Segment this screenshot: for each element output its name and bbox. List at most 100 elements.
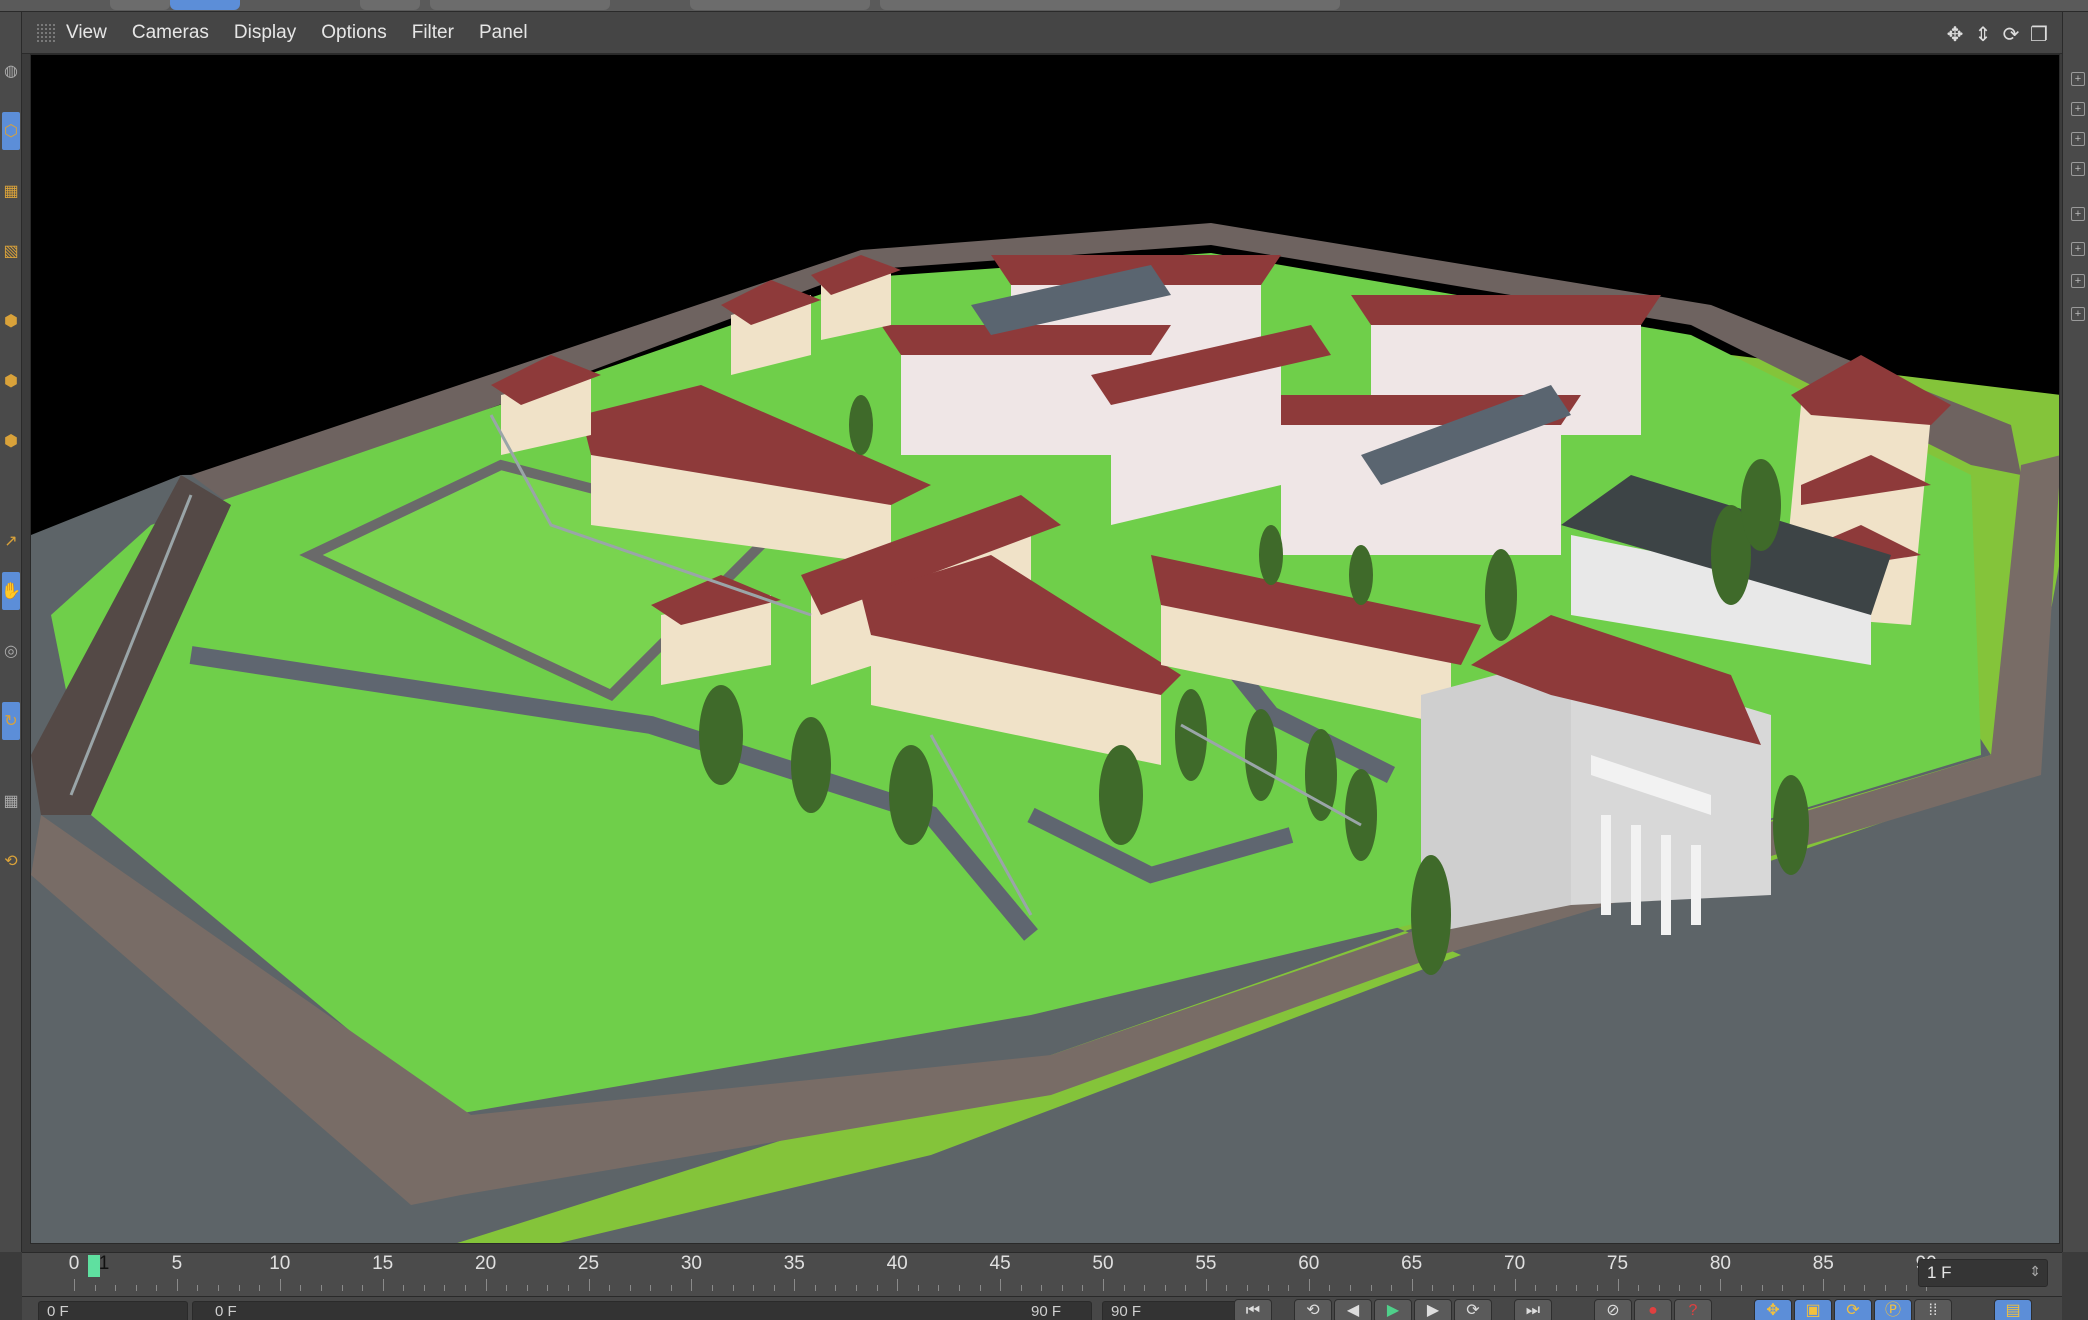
menu-view[interactable]: View — [66, 22, 107, 44]
timeline-tick — [1370, 1285, 1372, 1291]
tweak-icon[interactable]: ✋ — [1, 572, 21, 610]
timeline-tick — [876, 1285, 878, 1291]
timeline-tick — [1658, 1285, 1660, 1291]
snap-icon[interactable]: ◎ — [2, 632, 20, 670]
timeline-tick — [1452, 1285, 1454, 1291]
toolbar-button[interactable] — [170, 0, 240, 10]
key-points-icon[interactable]: ⁞⁞ — [1914, 1299, 1952, 1320]
timeline-window-icon[interactable]: ▤ — [1994, 1299, 2032, 1320]
expand-icon[interactable]: + — [2071, 72, 2085, 86]
toolbar-button[interactable] — [690, 0, 870, 10]
timeline-ruler[interactable]: 1 051015202530354045505560657075808590 1… — [22, 1252, 2062, 1296]
timeline-tick-label: 10 — [269, 1253, 291, 1274]
current-frame-field[interactable]: 1 F — [1918, 1259, 2048, 1287]
expand-icon[interactable]: + — [2071, 242, 2085, 256]
prev-key-icon[interactable]: ⟲ — [1294, 1299, 1332, 1320]
timeline-tick — [1638, 1285, 1640, 1291]
move-view-icon[interactable]: ✥ — [1944, 22, 1966, 47]
timeline-tick — [1103, 1279, 1104, 1291]
toggle-views-icon[interactable]: ❐ — [2028, 22, 2050, 47]
timeline-tick — [1391, 1285, 1393, 1291]
rotate-view-icon[interactable]: ⟳ — [2000, 22, 2022, 47]
3d-viewport[interactable] — [30, 54, 2060, 1244]
goto-start-icon[interactable]: ⏮ — [1234, 1299, 1272, 1320]
timeline-tick — [1432, 1285, 1434, 1291]
expand-icon[interactable]: + — [2071, 102, 2085, 116]
end-frame-field[interactable]: 90 F — [1102, 1301, 1252, 1320]
timeline-tick — [670, 1285, 672, 1291]
symmetry-icon[interactable]: ↻ — [2, 702, 20, 740]
edges-mode-icon[interactable]: ⬢ — [2, 362, 20, 400]
key-rotate-icon[interactable]: ⟳ — [1834, 1299, 1872, 1320]
timeline-tick — [444, 1285, 446, 1291]
range-slider[interactable]: 0 F 90 F — [192, 1301, 1092, 1320]
timeline-tick — [856, 1285, 858, 1291]
globe-icon[interactable]: ◍ — [2, 52, 20, 90]
frame-ruler[interactable]: 1 051015202530354045505560657075808590 — [42, 1253, 1942, 1297]
toolbar-button[interactable] — [110, 0, 170, 10]
axis-icon[interactable]: ↗ — [2, 522, 20, 560]
timeline-tick — [650, 1285, 652, 1291]
expand-icon[interactable]: + — [2071, 162, 2085, 176]
model-mode-icon[interactable]: ⬡ — [2, 112, 20, 150]
next-frame-icon[interactable]: ▶ — [1414, 1299, 1452, 1320]
expand-icon[interactable]: + — [2071, 207, 2085, 221]
timeline-tick — [1247, 1285, 1249, 1291]
timeline-tick — [74, 1279, 75, 1291]
timeline-tick — [1596, 1285, 1598, 1291]
timeline-tick — [1864, 1285, 1866, 1291]
viewport-menubar: View Cameras Display Options Filter Pane… — [22, 12, 2062, 54]
autokey-icon[interactable]: ? — [1674, 1299, 1712, 1320]
timeline-tick — [773, 1285, 775, 1291]
toolbar-button[interactable] — [360, 0, 420, 10]
timeline-tick — [567, 1285, 569, 1291]
polygons-mode-icon[interactable]: ⬢ — [2, 422, 20, 460]
timeline-tick — [1226, 1285, 1228, 1291]
key-param-icon[interactable]: Ⓟ — [1874, 1299, 1912, 1320]
key-move-icon[interactable]: ✥ — [1754, 1299, 1792, 1320]
timeline-tick — [753, 1285, 755, 1291]
menu-panel[interactable]: Panel — [479, 22, 528, 44]
key-scale-icon[interactable]: ▣ — [1794, 1299, 1832, 1320]
expand-icon[interactable]: + — [2071, 274, 2085, 288]
workplane-icon[interactable]: ▧ — [2, 232, 20, 270]
menu-display[interactable]: Display — [234, 22, 296, 44]
timeline-tick — [588, 1279, 590, 1291]
toolbar-button[interactable] — [880, 0, 1340, 10]
timeline-tick — [279, 1279, 281, 1291]
timeline-tick — [1782, 1285, 1784, 1291]
expand-icon[interactable]: + — [2071, 307, 2085, 321]
timeline-tick — [938, 1285, 940, 1291]
timeline-tick-label: 55 — [1195, 1253, 1217, 1274]
prev-frame-icon[interactable]: ◀ — [1334, 1299, 1372, 1320]
menu-cameras[interactable]: Cameras — [132, 22, 209, 44]
dolly-view-icon[interactable]: ⇕ — [1972, 22, 1994, 47]
panel-grip-icon[interactable] — [36, 22, 56, 43]
goto-end-icon[interactable]: ⏭ — [1514, 1299, 1552, 1320]
autokey-disabled-icon[interactable]: ⊘ — [1594, 1299, 1632, 1320]
lock-icon[interactable]: ⟲ — [2, 842, 20, 880]
transport-bar: 0 F 0 F 90 F 90 F ⏮ ⟲ ◀ ▶ ▶ ⟳ ⏭ ⊘ ● ? ✥ … — [22, 1296, 2062, 1320]
grid-icon[interactable]: ▦ — [2, 782, 20, 820]
next-key-icon[interactable]: ⟳ — [1454, 1299, 1492, 1320]
texture-mode-icon[interactable]: ▦ — [2, 172, 20, 210]
toolbar-button[interactable] — [430, 0, 610, 10]
timeline-tick — [320, 1285, 322, 1291]
timeline-tick — [958, 1285, 960, 1291]
start-frame-field[interactable]: 0 F — [38, 1301, 188, 1320]
timeline-tick — [238, 1285, 240, 1291]
timeline-tick — [835, 1285, 837, 1291]
expand-icon[interactable]: + — [2071, 132, 2085, 146]
timeline-tick — [1000, 1279, 1002, 1291]
menu-options[interactable]: Options — [321, 22, 386, 44]
play-icon[interactable]: ▶ — [1374, 1299, 1412, 1320]
record-icon[interactable]: ● — [1634, 1299, 1672, 1320]
timeline-tick — [506, 1285, 508, 1291]
timeline-tick — [1905, 1285, 1907, 1291]
menu-filter[interactable]: Filter — [412, 22, 454, 44]
points-mode-icon[interactable]: ⬢ — [2, 302, 20, 340]
timeline-tick — [1061, 1285, 1063, 1291]
timeline-tick — [1308, 1279, 1310, 1291]
timeline-tick — [362, 1285, 364, 1291]
timeline-tick — [1720, 1279, 1722, 1291]
